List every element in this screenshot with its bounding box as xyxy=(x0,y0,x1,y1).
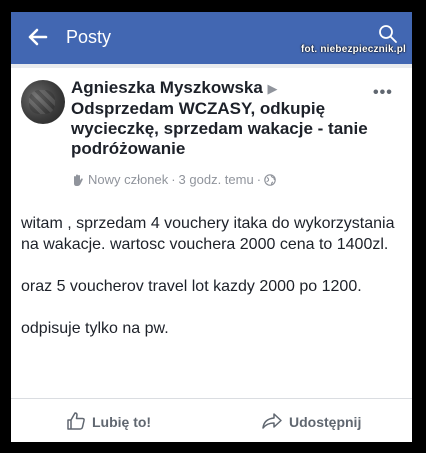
post-header: Agnieszka Myszkowska ▶ Odsprzedam WCZASY… xyxy=(71,78,371,159)
globe-icon xyxy=(264,173,276,186)
meta-separator: · xyxy=(171,172,176,187)
search-icon[interactable] xyxy=(378,24,398,44)
watermark: fot. niebezpiecznik.pl xyxy=(301,44,406,55)
member-badge: Nowy członek xyxy=(88,172,169,187)
post-paragraph: odpisuje tylko na pw. xyxy=(21,320,169,337)
like-label: Lubię to! xyxy=(92,414,152,430)
arrow-right-icon: ▶ xyxy=(267,81,278,96)
post-meta: Nowy członek · 3 godz. temu · xyxy=(71,172,276,187)
share-label: Udostępnij xyxy=(289,414,362,430)
group-name[interactable]: Odsprzedam WCZASY, odkupię wycieczkę, sp… xyxy=(71,99,368,158)
back-arrow-icon[interactable] xyxy=(27,26,49,48)
post-card: Agnieszka Myszkowska ▶ Odsprzedam WCZASY… xyxy=(11,68,412,442)
post-paragraph: oraz 5 voucherov travel lot kazdy 2000 p… xyxy=(21,278,362,295)
waving-hand-icon xyxy=(71,173,85,187)
top-bar: Posty fot. niebezpiecznik.pl xyxy=(11,12,412,64)
author-name[interactable]: Agnieszka Myszkowska xyxy=(71,78,263,97)
page-title: Posty xyxy=(66,27,112,47)
post-time[interactable]: 3 godz. temu xyxy=(179,172,254,187)
meta-separator: · xyxy=(256,172,262,187)
like-button[interactable]: Lubię to! xyxy=(66,410,151,434)
post-body: witam , sprzedam 4 vouchery itaka do wyk… xyxy=(21,213,401,360)
divider xyxy=(11,398,412,399)
share-button[interactable]: Udostępnij xyxy=(261,410,361,434)
post-paragraph: witam , sprzedam 4 vouchery itaka do wyk… xyxy=(21,215,395,253)
app-frame: Posty fot. niebezpiecznik.pl Agnieszka M… xyxy=(11,12,412,442)
more-options-icon[interactable]: ••• xyxy=(373,84,393,102)
thumbs-up-icon xyxy=(66,411,86,434)
avatar[interactable] xyxy=(21,80,65,124)
share-arrow-icon xyxy=(261,411,283,434)
